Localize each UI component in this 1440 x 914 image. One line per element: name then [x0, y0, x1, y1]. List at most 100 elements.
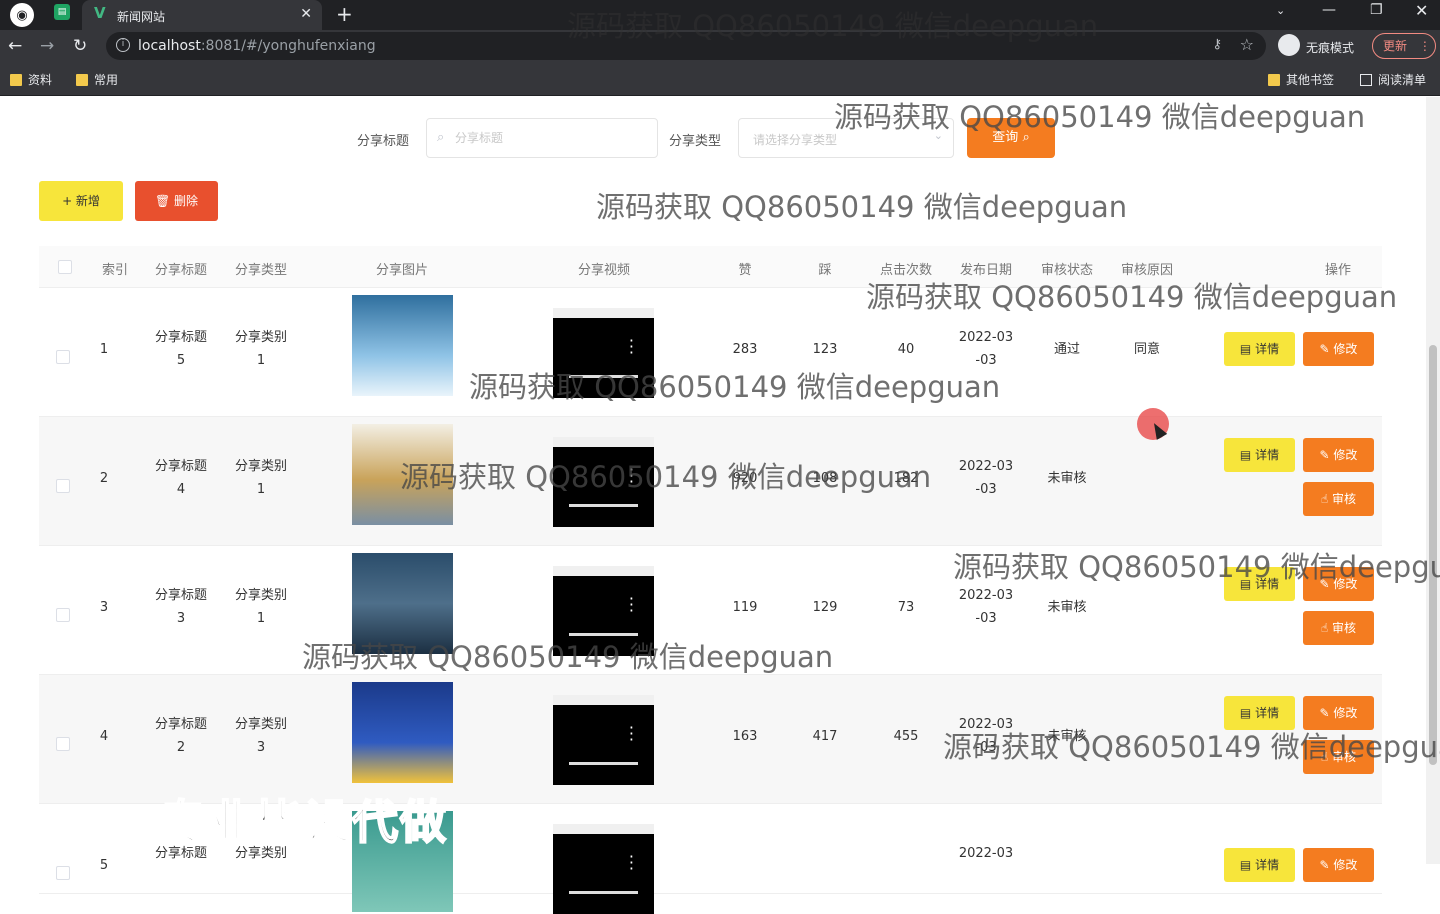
- edit-button[interactable]: ✎ 修改: [1303, 438, 1374, 472]
- document-icon: ▤: [1239, 858, 1252, 872]
- delete-button[interactable]: 🗑 删除: [135, 181, 218, 221]
- cell-dislike: 129: [812, 600, 838, 615]
- hand-icon: ☝: [1320, 750, 1329, 764]
- share-video-player[interactable]: · · ·: [553, 308, 654, 398]
- scrollbar-thumb[interactable]: [1429, 345, 1437, 765]
- hand-icon: ☝: [1320, 621, 1329, 635]
- incognito-icon[interactable]: [1278, 34, 1300, 56]
- back-icon[interactable]: ←: [8, 36, 22, 56]
- browser-tab-active[interactable]: V 新闻网站 ✕: [82, 0, 322, 30]
- bookmark-star-icon[interactable]: ☆: [1240, 35, 1254, 54]
- cell-title: 分享标题 5: [154, 330, 208, 368]
- update-button[interactable]: 更新 ⋮: [1372, 33, 1436, 59]
- cell-date: 2022-03: [958, 846, 1014, 861]
- tab-search-icon[interactable]: ⌄: [1276, 4, 1285, 17]
- chevron-down-icon: ⌄: [933, 129, 943, 142]
- cell-dislike: 123: [812, 342, 838, 357]
- cell-index: 1: [99, 342, 109, 357]
- video-progress-bar[interactable]: [569, 762, 638, 765]
- scrollbar[interactable]: [1426, 97, 1440, 864]
- cell-like: 283: [732, 342, 758, 357]
- edit-button[interactable]: ✎ 修改: [1303, 332, 1374, 366]
- cell-status: 未审核: [1047, 471, 1087, 486]
- incognito-label: 无痕模式: [1306, 41, 1355, 55]
- more-vertical-icon[interactable]: · · ·: [629, 720, 634, 748]
- audit-button[interactable]: ☝ 审核: [1303, 740, 1374, 774]
- share-video-player[interactable]: · · ·: [553, 695, 654, 785]
- share-image-thumbnail[interactable]: [352, 295, 453, 396]
- cell-clicks: 182: [893, 471, 919, 486]
- share-video-player[interactable]: · · ·: [553, 566, 654, 656]
- query-button[interactable]: 查询 ⌕: [967, 118, 1055, 158]
- more-menu-icon[interactable]: ⋮: [1419, 39, 1431, 53]
- header-image: 分享图片: [375, 263, 429, 278]
- audit-button[interactable]: ☝ 审核: [1303, 611, 1374, 645]
- edit-button[interactable]: ✎ 修改: [1303, 848, 1374, 882]
- select-all-checkbox[interactable]: [58, 260, 72, 274]
- folder-icon: [10, 73, 22, 86]
- table-header: 索引 分享标题 分享类型 分享图片 分享视频 赞 踩 点击次数 发布日期 审核状…: [39, 246, 1382, 288]
- bookmark-folder-ziliao[interactable]: 资料: [10, 71, 52, 88]
- cell-type: 分享类别 3: [234, 717, 288, 755]
- cell-type: 分享类别 1: [234, 588, 288, 626]
- cell-like: 163: [732, 729, 758, 744]
- row-checkbox[interactable]: [56, 608, 70, 622]
- cell-clicks: 73: [897, 600, 915, 615]
- more-vertical-icon[interactable]: · · ·: [629, 591, 634, 619]
- search-title-input[interactable]: [455, 127, 645, 149]
- edit-button[interactable]: ✎ 修改: [1303, 567, 1374, 601]
- video-progress-bar[interactable]: [569, 504, 638, 507]
- cell-date: 2022-03 -03: [958, 717, 1014, 755]
- detail-button[interactable]: ▤ 详情: [1224, 438, 1295, 472]
- more-vertical-icon[interactable]: · · ·: [629, 849, 634, 877]
- detail-button[interactable]: ▤ 详情: [1224, 332, 1295, 366]
- search-type-select[interactable]: 请选择分享类型 ⌄: [738, 118, 954, 158]
- share-video-player[interactable]: · · ·: [553, 437, 654, 527]
- new-tab-icon[interactable]: +: [336, 2, 353, 26]
- cell-title: 分享标题 3: [154, 588, 208, 626]
- detail-button[interactable]: ▤ 详情: [1224, 696, 1295, 730]
- pinned-tab-icon[interactable]: ▤: [54, 4, 70, 20]
- forward-icon[interactable]: →: [40, 36, 54, 56]
- document-icon: ▤: [1239, 448, 1252, 462]
- cell-type: 分享类别 1: [234, 330, 288, 368]
- share-video-player[interactable]: · · ·: [553, 824, 654, 914]
- row-checkbox[interactable]: [56, 350, 70, 364]
- detail-button[interactable]: ▤ 详情: [1224, 567, 1295, 601]
- reading-list[interactable]: 阅读清单: [1360, 71, 1426, 88]
- video-progress-bar[interactable]: [569, 375, 638, 378]
- cell-title: 分享标题 2: [154, 717, 208, 755]
- window-close-icon[interactable]: ✕: [1415, 1, 1428, 20]
- url-input[interactable]: i localhost:8081/#/yonghufenxiang ⚷ ☆: [106, 32, 1266, 60]
- video-progress-bar[interactable]: [569, 891, 638, 894]
- video-progress-bar[interactable]: [569, 633, 638, 636]
- site-info-icon[interactable]: i: [116, 38, 130, 52]
- cell-status: 未审核: [1047, 729, 1087, 744]
- password-key-icon[interactable]: ⚷: [1212, 37, 1222, 52]
- close-tab-icon[interactable]: ✕: [300, 6, 312, 22]
- audit-button[interactable]: ☝ 审核: [1303, 482, 1374, 516]
- select-placeholder: 请选择分享类型: [753, 133, 838, 147]
- share-image-thumbnail[interactable]: [352, 682, 453, 783]
- detail-button[interactable]: ▤ 详情: [1224, 848, 1295, 882]
- edit-button[interactable]: ✎ 修改: [1303, 696, 1374, 730]
- header-dislike: 踩: [818, 263, 832, 278]
- share-image-thumbnail[interactable]: [352, 553, 453, 654]
- other-bookmarks[interactable]: 其他书签: [1268, 71, 1334, 88]
- restore-icon[interactable]: ❐: [1370, 2, 1383, 18]
- more-vertical-icon[interactable]: · · ·: [629, 333, 634, 361]
- add-button[interactable]: + 新增: [39, 181, 123, 221]
- reload-icon[interactable]: ↻: [73, 36, 87, 56]
- more-vertical-icon[interactable]: · · ·: [629, 462, 634, 490]
- bookmark-folder-changyong[interactable]: 常用: [76, 71, 118, 88]
- row-checkbox[interactable]: [56, 737, 70, 751]
- document-icon: ▤: [1239, 342, 1252, 356]
- url-path: :8081/#/yonghufenxiang: [200, 38, 376, 54]
- header-type: 分享类型: [234, 263, 288, 278]
- share-image-thumbnail[interactable]: [352, 424, 453, 525]
- minimize-icon[interactable]: —: [1322, 2, 1336, 18]
- row-checkbox[interactable]: [56, 479, 70, 493]
- search-title-field[interactable]: ⌕: [426, 118, 658, 158]
- row-checkbox[interactable]: [56, 866, 70, 880]
- trash-icon: 🗑: [154, 194, 171, 208]
